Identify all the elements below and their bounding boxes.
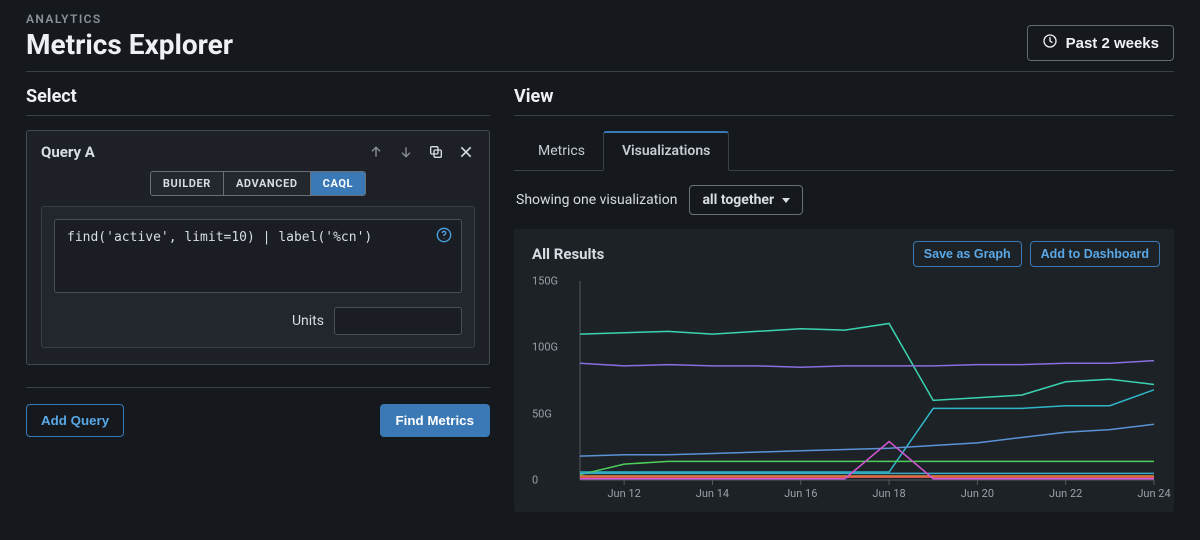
view-section-title: View	[514, 86, 1174, 116]
save-as-graph-button[interactable]: Save as Graph	[913, 241, 1022, 267]
chart-plot: 050G100G150GJun 12Jun 14Jun 16Jun 18Jun …	[528, 277, 1160, 502]
caql-query-input[interactable]	[54, 219, 462, 293]
add-to-dashboard-button[interactable]: Add to Dashboard	[1030, 241, 1160, 267]
query-mode-tab-builder[interactable]: BUILDER	[151, 172, 224, 195]
close-icon[interactable]	[457, 143, 475, 161]
duplicate-icon[interactable]	[427, 143, 445, 161]
series-purple	[580, 361, 1154, 368]
chevron-down-icon	[782, 198, 790, 203]
help-icon[interactable]	[436, 227, 452, 243]
viz-summary-text: Showing one visualization	[516, 192, 677, 208]
query-card-title: Query A	[41, 143, 95, 161]
select-section-title: Select	[26, 86, 490, 116]
breadcrumb: ANALYTICS	[26, 12, 233, 26]
clock-icon	[1042, 33, 1058, 53]
units-input[interactable]	[334, 307, 462, 335]
move-up-icon[interactable]	[367, 143, 385, 161]
find-metrics-button[interactable]: Find Metrics	[380, 404, 491, 437]
query-mode-tab-caql[interactable]: CAQL	[311, 172, 365, 195]
series-blue-slow	[580, 424, 1154, 456]
time-range-button[interactable]: Past 2 weeks	[1027, 25, 1174, 61]
view-tab-metrics[interactable]: Metrics	[520, 133, 603, 170]
page-title: Metrics Explorer	[26, 28, 233, 61]
series-teal-high	[580, 324, 1154, 401]
view-tabs: MetricsVisualizations	[514, 130, 1174, 171]
query-mode-tabs: BUILDERADVANCEDCAQL	[150, 171, 366, 196]
viz-grouping-dropdown[interactable]: all together	[689, 185, 803, 215]
time-range-label: Past 2 weeks	[1066, 35, 1159, 52]
query-card: Query A	[26, 130, 490, 365]
add-query-button[interactable]: Add Query	[26, 404, 124, 437]
move-down-icon[interactable]	[397, 143, 415, 161]
viz-grouping-label: all together	[702, 192, 774, 208]
units-label: Units	[292, 313, 324, 329]
query-mode-tab-advanced[interactable]: ADVANCED	[224, 172, 311, 195]
chart-card: All Results Save as Graph Add to Dashboa…	[514, 229, 1174, 512]
chart-title: All Results	[532, 245, 604, 263]
view-tab-visualizations[interactable]: Visualizations	[603, 131, 729, 171]
